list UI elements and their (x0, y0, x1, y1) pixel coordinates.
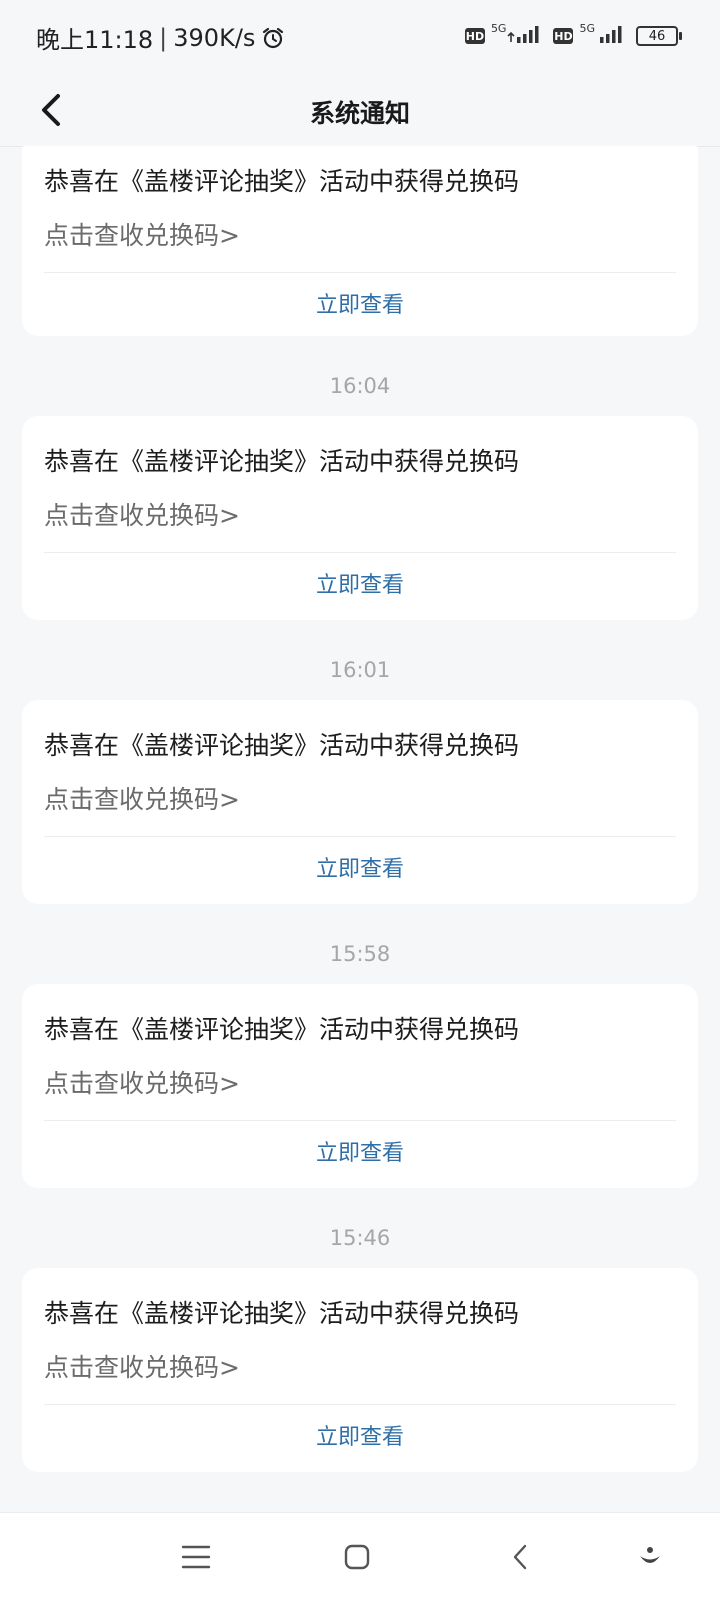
notification-card[interactable]: 恭喜在《盖楼评论抽奖》活动中获得兑换码 点击查收兑换码> 立即查看 (22, 416, 698, 620)
notification-title: 恭喜在《盖楼评论抽奖》活动中获得兑换码 (44, 167, 520, 196)
notification-card[interactable]: 恭喜在《盖楼评论抽奖》活动中获得兑换码 点击查收兑换码> 立即查看 (22, 146, 698, 336)
signal-strength-icon (596, 24, 626, 48)
status-time: 晚上11:18 (36, 26, 154, 54)
notification-subtitle[interactable]: 点击查收兑换码> (44, 496, 240, 532)
notification-subtitle[interactable]: 点击查收兑换码> (44, 780, 240, 816)
timestamp: 15:46 (329, 1226, 391, 1250)
notification-title: 恭喜在《盖楼评论抽奖》活动中获得兑换码 (44, 447, 520, 476)
card-divider (44, 552, 676, 553)
card-divider (44, 272, 676, 273)
back-icon (513, 1544, 527, 1570)
status-right: HD 5G HD 5G 46 (464, 21, 682, 48)
home-icon (344, 1544, 370, 1570)
battery-icon: 46 (636, 26, 682, 46)
timestamp: 16:01 (329, 658, 391, 682)
battery-level: 46 (648, 28, 666, 44)
timestamp: 15:58 (329, 942, 391, 966)
notification-subtitle[interactable]: 点击查收兑换码> (44, 1348, 240, 1384)
card-divider (44, 1120, 676, 1121)
card-divider (44, 1404, 676, 1405)
menu-icon (181, 1545, 211, 1569)
hd-badge: HD (553, 28, 574, 44)
home-button[interactable] (331, 1531, 383, 1583)
notification-subtitle[interactable]: 点击查收兑换码> (44, 216, 240, 252)
page-title: 系统通知 (309, 99, 410, 128)
view-now-button[interactable]: 立即查看 (22, 566, 698, 606)
view-now-button[interactable]: 立即查看 (22, 850, 698, 890)
view-now-button[interactable]: 立即查看 (22, 1418, 698, 1458)
notification-card[interactable]: 恭喜在《盖楼评论抽奖》活动中获得兑换码 点击查收兑换码> 立即查看 (22, 984, 698, 1188)
status-bar: 晚上11:18 | 390K/s HD 5G HD 5G 46 (0, 0, 720, 76)
signal-strength-icon (507, 24, 543, 48)
notification-title: 恭喜在《盖楼评论抽奖》活动中获得兑换码 (44, 1015, 520, 1044)
notification-list[interactable]: 恭喜在《盖楼评论抽奖》活动中获得兑换码 点击查收兑换码> 立即查看 16:04 … (0, 146, 720, 1510)
hd-badge: HD (464, 28, 485, 44)
alarm-clock-icon (261, 26, 285, 50)
menu-button[interactable] (170, 1531, 222, 1583)
nav-back-button[interactable] (494, 1531, 546, 1583)
notification-card[interactable]: 恭喜在《盖楼评论抽奖》活动中获得兑换码 点击查收兑换码> 立即查看 (22, 1268, 698, 1472)
notification-title: 恭喜在《盖楼评论抽奖》活动中获得兑换码 (44, 731, 520, 760)
status-speed: 390K/s (173, 23, 256, 52)
network-type-label: 5G (490, 21, 507, 35)
system-nav-bar (0, 1512, 720, 1601)
header: 系统通知 (0, 76, 720, 147)
notification-card[interactable]: 恭喜在《盖楼评论抽奖》活动中获得兑换码 点击查收兑换码> 立即查看 (22, 700, 698, 904)
card-divider (44, 836, 676, 837)
network-type-label: 5G (579, 21, 595, 35)
status-separator: | (159, 23, 168, 52)
notification-title: 恭喜在《盖楼评论抽奖》活动中获得兑换码 (44, 1299, 520, 1328)
view-now-button[interactable]: 立即查看 (22, 1134, 698, 1174)
assistant-button[interactable] (624, 1531, 676, 1583)
notification-subtitle[interactable]: 点击查收兑换码> (44, 1064, 240, 1100)
status-left: 晚上11:18 | 390K/s (36, 20, 285, 55)
view-now-button[interactable]: 立即查看 (22, 286, 698, 326)
assistant-icon (640, 1547, 660, 1563)
timestamp: 16:04 (329, 374, 391, 398)
